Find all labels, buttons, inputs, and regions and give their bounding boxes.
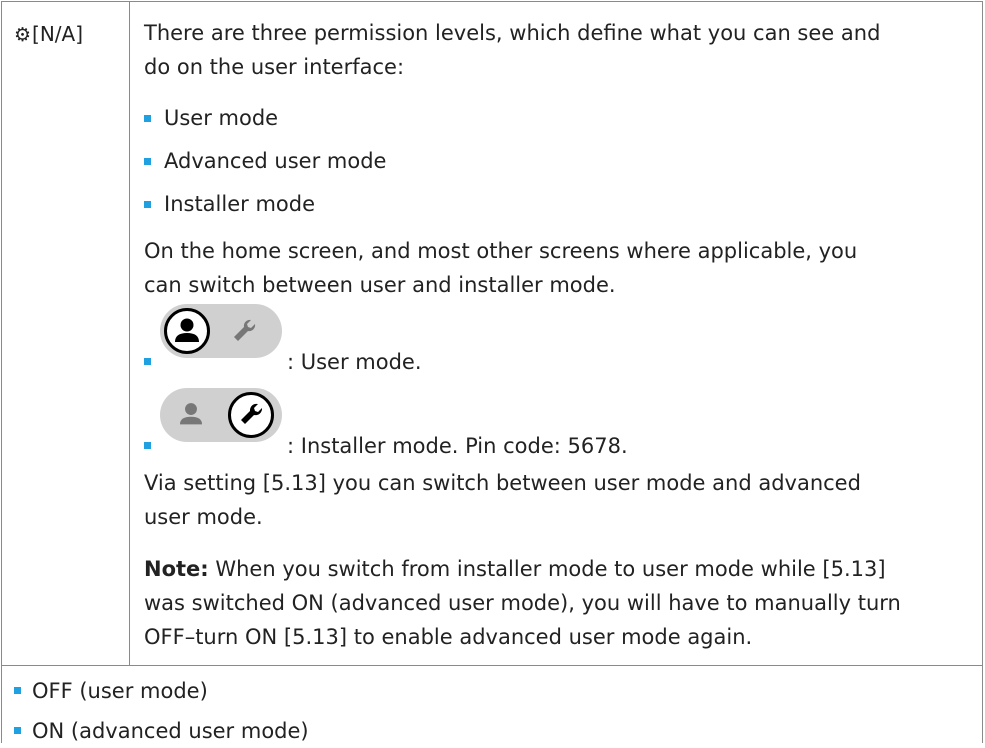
home-screen-line-1: On the home screen, and most other scree… [144,239,858,263]
intro-line-1: There are three permission levels, which… [144,21,881,45]
user-icon [164,308,210,354]
note-label: Note: [144,557,209,581]
via-setting-line-2: user mode. [144,505,263,529]
user-icon [179,403,203,425]
intro-line-2: do on the user interface: [144,55,405,79]
bullet-icon [144,158,151,165]
installer-mode-toggle-icon [160,388,282,442]
bullet-icon [14,727,21,734]
note-line-1: Note: When you switch from installer mod… [144,552,886,586]
value-on: ON (advanced user mode) [32,719,309,743]
setting-id: ⚙︎[N/A] [14,22,83,46]
note-line-2: was switched ON (advanced user mode), yo… [144,591,901,615]
values-row: OFF (user mode) ON (advanced user mode) [2,666,982,746]
level-advanced-user-mode: Advanced user mode [164,149,387,173]
note-text-1: When you switch from installer mode to u… [208,557,886,581]
level-user-mode: User mode [164,106,279,130]
home-screen-line-2: can switch between user and installer mo… [144,273,616,297]
user-mode-toggle-icon [160,304,282,358]
value-off: OFF (user mode) [32,679,208,703]
level-installer-mode: Installer mode [164,192,315,216]
bullet-icon [144,201,151,208]
bullet-icon [144,358,151,365]
installer-mode-caption: : Installer mode. Pin code: 5678. [287,434,628,458]
setting-id-cell: ⚙︎[N/A] [2,2,130,665]
bullet-icon [144,442,151,449]
setting-row: ⚙︎[N/A] There are three permission level… [2,2,982,666]
bullet-icon [14,687,21,694]
note-line-3: OFF–turn ON [5.13] to enable advanced us… [144,625,753,649]
wrench-icon [234,319,256,341]
settings-table: ⚙︎[N/A] There are three permission level… [1,1,983,743]
setting-description-cell: There are three permission levels, which… [130,2,982,665]
user-mode-caption: : User mode. [287,350,422,374]
setting-id-label: [N/A] [32,22,84,46]
bullet-icon [144,115,151,122]
wrench-icon [228,392,274,438]
via-setting-line-1: Via setting [5.13] you can switch betwee… [144,471,861,495]
gear-icon: ⚙︎ [14,24,32,46]
